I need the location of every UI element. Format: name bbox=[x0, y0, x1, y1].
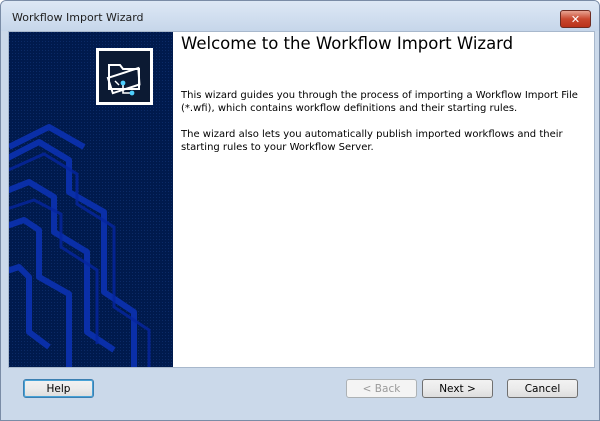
help-button[interactable]: Help bbox=[23, 379, 94, 398]
wizard-logo bbox=[96, 48, 153, 105]
folder-workflow-icon bbox=[99, 51, 150, 102]
close-button[interactable]: ✕ bbox=[560, 10, 591, 28]
wizard-banner bbox=[9, 32, 173, 367]
wizard-window: Workflow Import Wizard ✕ Welcome to the … bbox=[0, 0, 600, 421]
intro-paragraph: This wizard guides you through the proce… bbox=[181, 90, 578, 114]
wizard-content: Welcome to the Workflow Import Wizard Th… bbox=[8, 31, 595, 368]
next-button[interactable]: Next > bbox=[422, 379, 493, 398]
publish-paragraph: The wizard also lets you automatically p… bbox=[181, 129, 563, 153]
window-title: Workflow Import Wizard bbox=[12, 11, 144, 24]
title-bar[interactable]: Workflow Import Wizard ✕ bbox=[1, 1, 599, 31]
close-icon: ✕ bbox=[570, 12, 581, 26]
page-title: Welcome to the Workflow Import Wizard bbox=[181, 34, 514, 53]
back-button[interactable]: < Back bbox=[346, 379, 417, 398]
cancel-button[interactable]: Cancel bbox=[507, 379, 578, 398]
